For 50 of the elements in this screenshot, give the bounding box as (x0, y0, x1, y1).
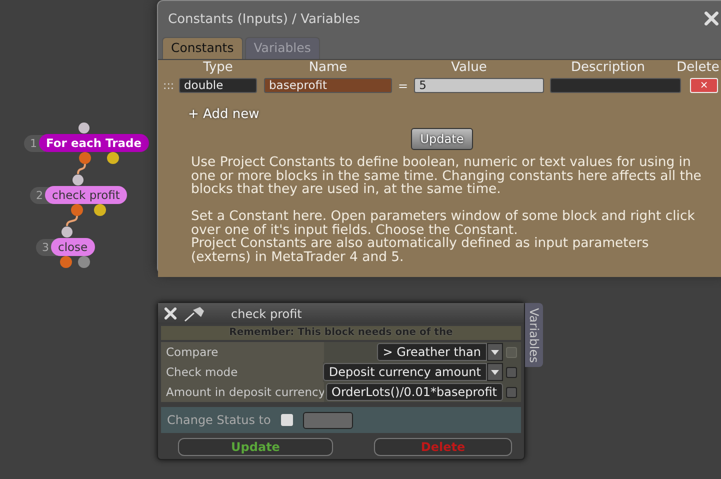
description-field[interactable] (550, 78, 682, 94)
column-header: Type (202, 60, 234, 75)
equals-sign: = (398, 78, 408, 95)
column-header: Value (450, 60, 488, 75)
status-label: Change Status to (167, 412, 271, 429)
delete-button[interactable]: × (690, 78, 718, 94)
status-checkbox[interactable] (280, 414, 293, 426)
parameter-label: Check mode (161, 362, 323, 382)
output-port-icon[interactable] (60, 256, 72, 268)
output-port-icon[interactable] (78, 256, 90, 268)
block-label[interactable]: check profit (45, 186, 127, 204)
input-port-icon[interactable] (78, 122, 90, 134)
parameter-label: Amount in deposit currency (161, 382, 324, 402)
input-port-icon[interactable] (62, 226, 72, 238)
drag-handle[interactable]: ::: (158, 78, 176, 94)
help-text: Use Project Constants to define boolean, numeric or text values for using in one or more blocks in the same time. Changing constants here affects all the blocks that they are used in, at the same time. (191, 156, 702, 197)
type-field[interactable]: double (179, 78, 257, 94)
block-window-title: check profit (231, 306, 302, 322)
add-new-link[interactable]: + Add new (188, 104, 260, 124)
status-color-field[interactable] (302, 412, 353, 428)
column-header: Description (570, 60, 646, 75)
output-port-icon[interactable] (71, 204, 83, 216)
caret-icon[interactable] (491, 350, 499, 354)
value-field[interactable]: 5 (414, 78, 544, 94)
output-port-icon[interactable] (94, 204, 106, 216)
output-port-icon[interactable] (107, 152, 119, 164)
update-button[interactable]: Update (178, 438, 333, 456)
parameter-label: Compare (161, 342, 324, 362)
input-port-icon[interactable] (72, 174, 84, 186)
variables-tab[interactable]: Variables (525, 303, 543, 367)
column-header: Name (308, 60, 348, 75)
connector-line (66, 216, 78, 226)
caret-icon[interactable] (491, 370, 499, 374)
block-label[interactable]: For each Trade (39, 134, 149, 152)
checkbox[interactable] (506, 386, 517, 398)
close-icon[interactable] (164, 307, 177, 320)
help-text: Set a Constant here. Open parameters window of some block and right click over one of it's input fields. Choose the Constant. (191, 210, 696, 238)
checkbox[interactable] (506, 366, 517, 378)
input-field[interactable]: OrderLots()/0.01*baseprofit (326, 383, 503, 401)
column-header: Delete (676, 60, 720, 75)
tab[interactable]: Constants (162, 37, 243, 59)
update-button[interactable]: Update (411, 128, 473, 150)
window-title: Constants (Inputs) / Variables (167, 11, 361, 29)
output-port-icon[interactable] (79, 152, 91, 164)
connector-line (77, 164, 86, 174)
name-field[interactable]: baseprofit (264, 78, 392, 94)
help-text: Project Constants are also automatically defined as input parameters (externs) in MetaTrader 4 and 5. (191, 237, 650, 264)
close-icon[interactable] (704, 11, 719, 26)
pin-icon[interactable] (183, 306, 205, 322)
block-label[interactable]: close (51, 238, 95, 256)
